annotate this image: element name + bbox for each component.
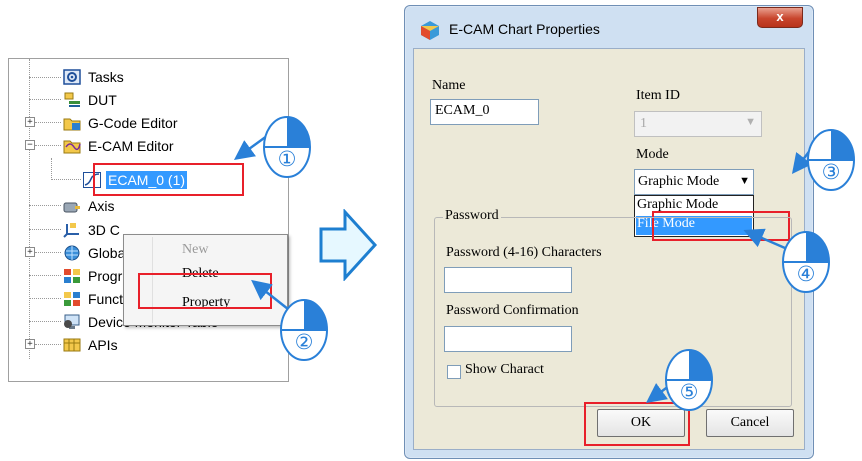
callout-2: ② [279,298,329,362]
step-number: ③ [821,160,841,184]
callout-3: ③ [806,128,856,192]
callout-5: ⑤ [664,348,714,412]
step-number: ⑤ [679,380,699,404]
callout-arrows [233,131,819,403]
step-number: ② [294,330,314,354]
step-number: ④ [796,262,816,286]
callout-4: ④ [781,230,831,294]
callout-1: ① [262,115,312,179]
step-number: ① [277,147,297,171]
